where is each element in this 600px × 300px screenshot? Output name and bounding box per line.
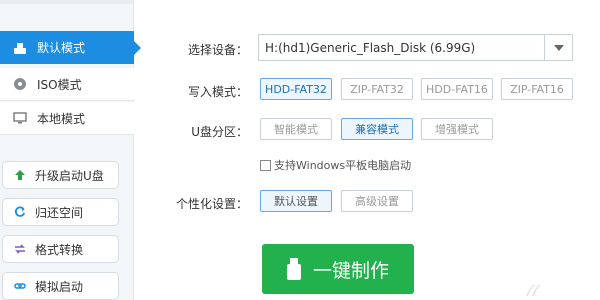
write-mode-hdd-fat16[interactable]: HDD-FAT16 <box>421 78 493 100</box>
chevron-down-icon[interactable] <box>544 35 572 60</box>
sidebar-item-label: ISO模式 <box>37 77 82 92</box>
monitor-icon <box>12 110 28 126</box>
checkbox-label: 支持Windows平板电脑启动 <box>274 159 412 172</box>
partition-compatible-mode[interactable]: 兼容模式 <box>341 118 413 140</box>
watermark: 𝒻𝒻 <box>526 282 538 297</box>
tool-label: 模拟启动 <box>35 279 84 294</box>
write-mode-hdd-fat32[interactable]: HDD-FAT32 <box>260 78 332 100</box>
windows-tablet-checkbox[interactable]: 支持Windows平板电脑启动 <box>260 157 411 173</box>
sidebar-item-default-mode[interactable]: 默认模式 <box>0 31 141 64</box>
sidebar-item-iso-mode[interactable]: ISO模式 <box>0 68 134 101</box>
device-select[interactable]: H:(hd1)Generic_Flash_Disk (6.99G) <box>258 34 573 61</box>
write-mode-zip-fat32[interactable]: ZIP-FAT32 <box>341 78 413 100</box>
personalize-advanced[interactable]: 高级设置 <box>341 190 413 212</box>
write-mode-zip-fat16[interactable]: ZIP-FAT16 <box>501 78 573 100</box>
personalize-default[interactable]: 默认设置 <box>260 190 332 212</box>
partition-label: U盘分区： <box>191 125 248 139</box>
usb-drive-icon <box>286 258 301 280</box>
sidebar-item-local-mode[interactable]: 本地模式 <box>0 102 134 135</box>
convert-icon <box>13 242 27 256</box>
device-value: H:(hd1)Generic_Flash_Disk (6.99G) <box>265 40 476 55</box>
restore-space-button[interactable]: 归还空间 <box>2 198 119 226</box>
one-click-make-button[interactable]: 一键制作 <box>262 244 414 294</box>
restore-icon <box>13 205 27 219</box>
write-mode-label: 写入模式： <box>187 85 248 99</box>
sidebar: 默认模式 ISO模式 本地模式 升级启动U盘 归还空间 格式转换 模拟启动 <box>0 0 141 300</box>
device-label: 选择设备： <box>187 43 248 57</box>
usb-drive-icon <box>12 40 28 56</box>
sidebar-item-label: 本地模式 <box>37 111 86 126</box>
upgrade-boot-usb-button[interactable]: 升级启动U盘 <box>2 161 119 189</box>
sidebar-item-label: 默认模式 <box>37 41 86 55</box>
simulate-boot-button[interactable]: 模拟启动 <box>2 272 119 300</box>
disc-icon <box>12 76 28 92</box>
sidebar-top-border <box>0 0 134 4</box>
partition-enhanced-mode[interactable]: 增强模式 <box>421 118 493 140</box>
tool-label: 升级启动U盘 <box>35 168 104 183</box>
checkbox-box[interactable] <box>260 159 271 171</box>
link-icon <box>13 279 27 293</box>
partition-smart-mode[interactable]: 智能模式 <box>260 118 332 140</box>
upgrade-arrow-icon <box>13 168 27 182</box>
format-convert-button[interactable]: 格式转换 <box>2 235 119 263</box>
tool-label: 格式转换 <box>35 242 84 257</box>
tool-label: 归还空间 <box>35 205 84 220</box>
personalize-label: 个性化设置： <box>175 197 248 211</box>
make-button-label: 一键制作 <box>312 259 389 282</box>
